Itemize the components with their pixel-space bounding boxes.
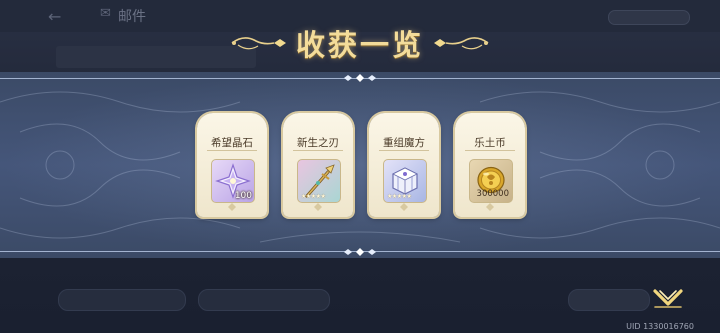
- card-foot-ornament: [314, 203, 322, 211]
- reward-count: 300000: [476, 189, 509, 199]
- background-title: 邮件: [118, 9, 146, 25]
- reward-name: 新生之刃: [297, 137, 339, 149]
- top-diamond-ornament: [344, 74, 376, 82]
- currency-pill: [608, 10, 690, 25]
- card-divider: [379, 150, 429, 151]
- reward-icon-frame: ★★★★★: [297, 159, 341, 203]
- reward-icon-frame: 300000: [469, 159, 513, 203]
- reward-count: 100: [234, 191, 252, 201]
- mail-icon: ✉: [100, 6, 111, 21]
- reward-card[interactable]: 新生之刃 ★★★★★: [283, 113, 353, 217]
- continue-chevron-icon[interactable]: [652, 287, 684, 311]
- rarity-stars: ★★★★★: [301, 193, 326, 200]
- reward-name: 乐土币: [474, 137, 506, 149]
- reward-card[interactable]: 希望晶石 100: [197, 113, 267, 217]
- card-divider: [207, 150, 257, 151]
- modal-title-area: 收获一览: [230, 18, 490, 66]
- card-foot-ornament: [486, 203, 494, 211]
- card-foot-ornament: [400, 203, 408, 211]
- reward-list: 希望晶石 100 新生之刃 ★★★★★ 重组魔方 ★★★★★ 乐土币 30000…: [197, 113, 527, 218]
- card-divider: [293, 150, 343, 151]
- bottom-diamond-ornament: [344, 248, 376, 256]
- reward-card[interactable]: 重组魔方 ★★★★★: [369, 113, 439, 217]
- background-mail-item: [56, 46, 256, 68]
- background-button-right: [568, 289, 650, 311]
- reward-name: 希望晶石: [211, 137, 253, 149]
- reward-card[interactable]: 乐土币 300000: [455, 113, 525, 217]
- reward-icon-frame: 100: [211, 159, 255, 203]
- player-uid: UID 1330016760: [626, 322, 694, 331]
- reward-icon-frame: ★★★★★: [383, 159, 427, 203]
- reward-name: 重组魔方: [383, 137, 425, 149]
- background-button-middle: [198, 289, 330, 311]
- card-foot-ornament: [228, 203, 236, 211]
- card-divider: [465, 150, 515, 151]
- rarity-stars: ★★★★★: [387, 193, 412, 200]
- right-ornament-icon: [434, 37, 489, 50]
- back-arrow-icon[interactable]: ←: [48, 7, 61, 26]
- background-button-left: [58, 289, 186, 311]
